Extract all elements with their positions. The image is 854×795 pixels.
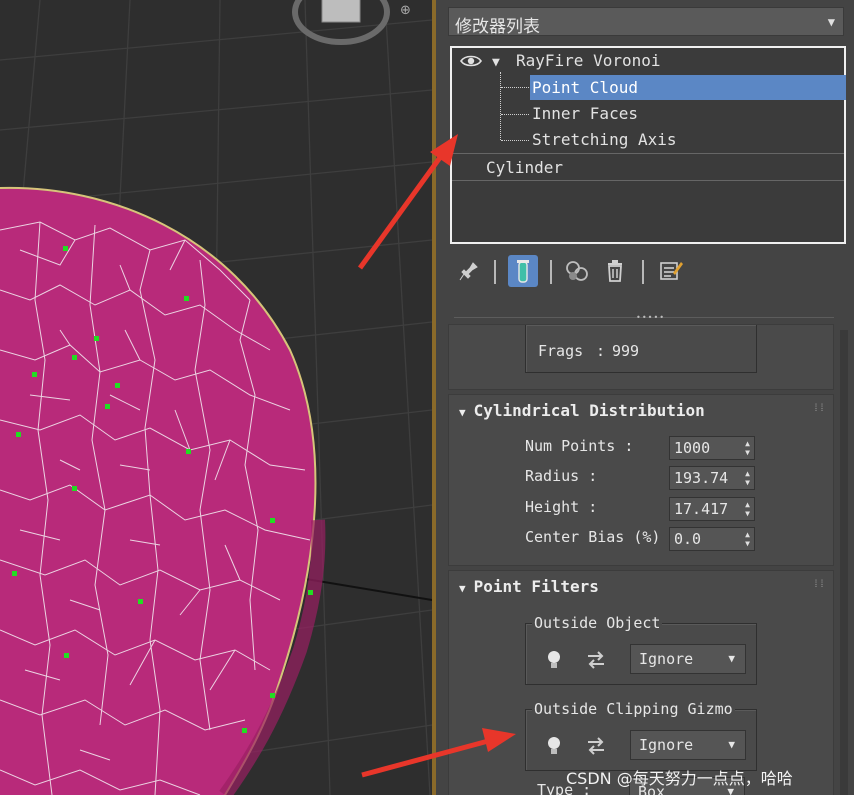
- num-points-label: Num Points :: [525, 437, 634, 455]
- command-panel: 修改器列表 ▼ ▼ RayFire Voronoi Point Cloud In…: [436, 0, 854, 795]
- outside-object-option: Ignore: [639, 650, 694, 668]
- viewcube-icon: ⊕: [292, 0, 411, 45]
- make-unique-button[interactable]: [562, 255, 592, 287]
- radius-value[interactable]: 193.74: [674, 469, 736, 487]
- spinner-arrows-icon[interactable]: ▲ ▼: [745, 530, 750, 548]
- svg-text:⊕: ⊕: [400, 3, 411, 18]
- tree-branch: [501, 140, 529, 141]
- outside-object-groupbox: Outside Object Ignore ▼: [525, 614, 757, 685]
- spinner-arrows-icon[interactable]: ▲ ▼: [745, 469, 750, 487]
- configure-modifier-sets-icon: [660, 262, 683, 280]
- frags-colon: :: [596, 342, 606, 360]
- stack-item-cylinder[interactable]: Cylinder: [486, 155, 563, 180]
- outside-clipping-gizmo-dropdown[interactable]: Ignore ▼: [630, 730, 746, 760]
- outside-clipping-gizmo-label: Outside Clipping Gizmo: [532, 700, 735, 718]
- radius-label: Radius :: [525, 467, 598, 485]
- tree-branch: [501, 87, 529, 88]
- remove-modifier-button[interactable]: [600, 255, 630, 287]
- tree-branch: [501, 114, 529, 115]
- collapse-triangle-icon: ▼: [459, 406, 466, 419]
- height-label: Height :: [525, 498, 598, 516]
- expand-triangle-icon[interactable]: ▼: [492, 50, 500, 75]
- modifier-list-dropdown[interactable]: 修改器列表 ▼: [448, 7, 844, 37]
- pin-stack-button[interactable]: [454, 255, 484, 287]
- center-bias-label: Center Bias (%): [525, 528, 661, 546]
- outside-clipping-gizmo-option: Ignore: [639, 736, 694, 754]
- point-filters-rollout: ▼ Point Filters ⁞⁞ Outside Object Ignore …: [448, 570, 834, 795]
- chevron-down-icon: ▼: [827, 15, 835, 29]
- frags-label: Frags: [538, 342, 584, 360]
- toolbar-separator: [642, 260, 644, 284]
- stack-item-rayfire-voronoi[interactable]: ▼ RayFire Voronoi: [492, 48, 832, 73]
- cylindrical-distribution-rollout: ▼ Cylindrical Distribution ⁞⁞ Num Points …: [448, 394, 834, 566]
- frags-rollout: Frags : 999: [448, 324, 834, 390]
- show-end-result-icon: [517, 260, 529, 283]
- outside-object-dropdown[interactable]: Ignore ▼: [630, 644, 746, 674]
- stack-item-stretching-axis[interactable]: Stretching Axis: [532, 127, 677, 152]
- chevron-down-icon: ▼: [728, 652, 735, 665]
- swap-arrows-icon[interactable]: [584, 648, 608, 672]
- collapse-triangle-icon: ▼: [459, 582, 466, 595]
- frags-value: 999: [612, 342, 640, 360]
- stack-item-inner-faces[interactable]: Inner Faces: [532, 101, 638, 126]
- point-filters-header[interactable]: ▼ Point Filters: [459, 577, 599, 596]
- configure-modifier-sets-button[interactable]: [656, 255, 686, 287]
- rollout-title: Cylindrical Distribution: [473, 401, 705, 420]
- remove-modifier-icon: [608, 260, 622, 282]
- center-bias-spinner[interactable]: 0.0 ▲ ▼: [669, 527, 755, 551]
- outside-object-label: Outside Object: [532, 614, 663, 632]
- cylindrical-distribution-header[interactable]: ▼ Cylindrical Distribution: [459, 401, 705, 420]
- viewport[interactable]: ⊕: [0, 0, 432, 795]
- spinner-arrows-icon[interactable]: ▲ ▼: [745, 500, 750, 518]
- viewport-scene: ⊕: [0, 0, 432, 795]
- stack-toolbar: [450, 252, 846, 292]
- tree-line: [500, 72, 501, 140]
- outside-clipping-gizmo-groupbox: Outside Clipping Gizmo Ignore ▼: [525, 700, 757, 771]
- watermark: CSDN @每天努力一点点，哈哈: [566, 769, 793, 788]
- make-unique-icon: [566, 261, 588, 281]
- height-spinner[interactable]: 17.417 ▲ ▼: [669, 497, 755, 521]
- stack-item-label: RayFire Voronoi: [516, 51, 661, 70]
- radius-spinner[interactable]: 193.74 ▲ ▼: [669, 466, 755, 490]
- num-points-value[interactable]: 1000: [674, 439, 736, 457]
- eye-icon[interactable]: [460, 54, 482, 68]
- frags-groupbox: Frags : 999: [525, 325, 757, 373]
- num-points-spinner[interactable]: 1000 ▲ ▼: [669, 436, 755, 460]
- toolbar-separator: [494, 260, 496, 284]
- panel-scrollbar[interactable]: [840, 330, 848, 795]
- swap-arrows-icon[interactable]: [584, 734, 608, 758]
- lightbulb-icon[interactable]: [542, 734, 566, 758]
- rollout-grip-icon[interactable]: ⁞⁞: [813, 403, 825, 415]
- stack-item-point-cloud[interactable]: Point Cloud: [530, 75, 846, 100]
- lightbulb-icon[interactable]: [542, 648, 566, 672]
- spinner-arrows-icon[interactable]: ▲ ▼: [745, 439, 750, 457]
- stack-separator: [452, 180, 844, 181]
- center-bias-value[interactable]: 0.0: [674, 530, 736, 548]
- pin-stack-icon: [459, 262, 478, 281]
- rollout-grip-icon[interactable]: ⁞⁞: [813, 579, 825, 591]
- rollout-title: Point Filters: [473, 577, 599, 596]
- height-value[interactable]: 17.417: [674, 500, 736, 518]
- show-end-result-button[interactable]: [508, 255, 538, 287]
- splitter-grip-icon[interactable]: •••••: [636, 313, 665, 322]
- voronoi-cylinder-object: [0, 186, 326, 795]
- modifier-stack[interactable]: ▼ RayFire Voronoi Point Cloud Inner Face…: [450, 46, 846, 244]
- stack-separator: [452, 153, 844, 154]
- modifier-list-label: 修改器列表: [455, 17, 540, 37]
- toolbar-separator: [550, 260, 552, 284]
- chevron-down-icon: ▼: [728, 738, 735, 751]
